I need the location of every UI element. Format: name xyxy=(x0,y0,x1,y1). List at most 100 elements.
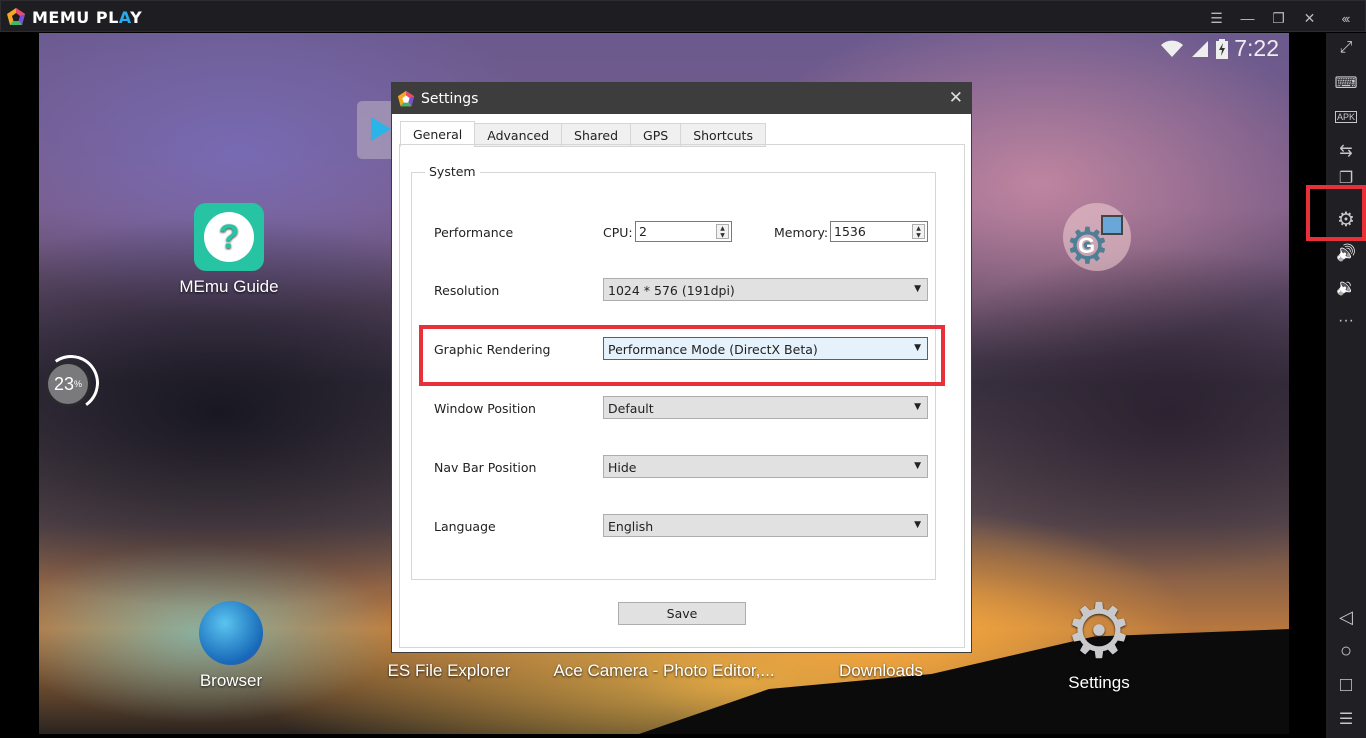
memory-spinbox[interactable]: 1536 ▲ ▼ xyxy=(830,221,928,242)
graphic-rendering-value: Performance Mode (DirectX Beta) xyxy=(608,342,818,357)
keyboard-icon: ⌨ xyxy=(1334,75,1358,92)
performance-label: Performance xyxy=(434,225,514,240)
memu-play-window: MEMU PLAY ☰ — ❐ ✕ ‹‹‹ 7:22 ? MEmu Guide … xyxy=(0,0,1366,738)
app-label: MEmu Guide xyxy=(179,277,279,296)
close-button[interactable]: ✕ xyxy=(1294,7,1325,29)
volume-down-button[interactable]: 🔉 xyxy=(1326,272,1366,302)
battery-charging-icon xyxy=(1216,38,1229,59)
dropdown-arrow-icon: ▼ xyxy=(914,402,921,412)
nav-bar-position-value: Hide xyxy=(608,460,637,475)
language-value: English xyxy=(608,519,654,534)
close-icon: ✕ xyxy=(948,88,963,108)
recents-icon: □ xyxy=(1339,673,1353,696)
app-settings[interactable]: ⚙ Settings xyxy=(1049,589,1149,693)
dropdown-arrow-icon: ▼ xyxy=(914,284,921,294)
gear-icon: ⚙ xyxy=(1337,208,1355,231)
multi-window-icon: ❐ xyxy=(1338,170,1354,186)
cpu-spinbox[interactable]: 2 ▲ ▼ xyxy=(635,221,732,242)
resolution-value: 1024 * 576 (191dpi) xyxy=(608,283,735,298)
android-status-bar: 7:22 xyxy=(1160,35,1279,62)
boost-value: 23 xyxy=(53,373,74,394)
menu-button[interactable]: ☰ xyxy=(1201,7,1232,29)
spin-arrows-icon[interactable]: ▲ ▼ xyxy=(716,224,729,239)
chevrons-left-icon: ‹‹‹ xyxy=(1341,10,1351,26)
app-label: Browser xyxy=(199,671,263,690)
signal-icon xyxy=(1192,40,1209,57)
dialog-title: Settings xyxy=(421,90,479,107)
side-toolbar: ⤢ ⌨ APK ⇆ ❐ ⚙ 🔊 🔉 ··· ◁ ○ □ ☰ xyxy=(1326,33,1366,738)
app-google-settings[interactable]: ⚙ G xyxy=(1063,203,1131,271)
spin-arrows-icon[interactable]: ▲ ▼ xyxy=(912,224,925,239)
help-icon: ? xyxy=(194,203,264,271)
app-memu-guide[interactable]: ? MEmu Guide xyxy=(179,203,279,297)
google-g-icon: G xyxy=(1078,233,1096,258)
title-bar: MEMU PLAY ☰ — ❐ ✕ ‹‹‹ xyxy=(0,0,1366,32)
dialog-close-button[interactable]: ✕ xyxy=(949,88,963,108)
fullscreen-button[interactable]: ⤢ xyxy=(1326,33,1366,63)
graphic-rendering-label: Graphic Rendering xyxy=(434,342,551,357)
window-position-value: Default xyxy=(608,401,654,416)
volume-up-icon: 🔊 xyxy=(1336,245,1356,262)
home-button[interactable]: ○ xyxy=(1326,636,1366,666)
dropdown-arrow-icon: ▼ xyxy=(914,461,921,471)
multi-window-button[interactable]: ❐ xyxy=(1326,170,1366,186)
language-select[interactable]: English ▼ xyxy=(603,514,928,537)
nav-bar-position-label: Nav Bar Position xyxy=(434,460,537,475)
dropdown-arrow-icon: ▼ xyxy=(914,520,921,530)
status-clock: 7:22 xyxy=(1234,35,1279,61)
graphic-rendering-select[interactable]: Performance Mode (DirectX Beta) ▼ xyxy=(603,337,928,360)
recents-button[interactable]: □ xyxy=(1326,670,1366,700)
memu-logo: MEMU PLAY xyxy=(6,7,142,27)
app-label: ES File Explorer xyxy=(387,661,511,680)
collapse-toolbar-button[interactable]: ‹‹‹ xyxy=(1325,7,1365,29)
android-menu-button[interactable]: ☰ xyxy=(1326,704,1366,734)
nav-bar-position-select[interactable]: Hide ▼ xyxy=(603,455,928,478)
dialog-title-bar: Settings xyxy=(392,83,971,114)
dropdown-arrow-icon: ▼ xyxy=(914,343,921,353)
restore-button[interactable]: ❐ xyxy=(1263,7,1294,29)
memory-boost-button[interactable]: 23% xyxy=(45,361,91,407)
back-icon: ◁ xyxy=(1339,606,1353,627)
play-store-icon xyxy=(371,117,391,141)
restore-icon: ❐ xyxy=(1272,9,1285,26)
globe-icon xyxy=(199,601,263,665)
minimize-button[interactable]: — xyxy=(1232,7,1263,29)
cpu-value: 2 xyxy=(639,224,647,239)
home-icon: ○ xyxy=(1339,639,1353,662)
fullscreen-icon: ⤢ xyxy=(1339,39,1353,56)
app-es-file-explorer[interactable]: ES File Explorer xyxy=(379,655,519,681)
window-position-select[interactable]: Default ▼ xyxy=(603,396,928,419)
app-ace-camera[interactable]: Ace Camera - Photo Editor,... xyxy=(551,655,777,681)
back-button[interactable]: ◁ xyxy=(1326,602,1366,632)
system-group-title: System xyxy=(425,164,480,179)
hamburger-icon: ☰ xyxy=(1210,9,1223,26)
wifi-icon xyxy=(1161,40,1184,57)
volume-down-icon: 🔉 xyxy=(1336,279,1356,296)
keyboard-button[interactable]: ⌨ xyxy=(1326,68,1366,98)
more-icon: ··· xyxy=(1338,312,1354,329)
resolution-select[interactable]: 1024 * 576 (191dpi) ▼ xyxy=(603,278,928,301)
memu-logo-icon xyxy=(397,90,415,106)
save-button[interactable]: Save xyxy=(618,602,746,625)
apk-icon: APK xyxy=(1334,111,1357,123)
more-button[interactable]: ··· xyxy=(1326,306,1366,336)
app-label: Ace Camera - Photo Editor,... xyxy=(553,661,775,680)
install-apk-button[interactable]: APK xyxy=(1326,102,1366,132)
app-browser[interactable]: Browser xyxy=(179,601,283,691)
close-icon: ✕ xyxy=(1303,9,1316,26)
minimize-icon: — xyxy=(1240,10,1255,26)
app-downloads[interactable]: Downloads xyxy=(819,655,943,681)
memu-logo-icon xyxy=(7,8,25,25)
app-label: Downloads xyxy=(838,661,924,680)
language-label: Language xyxy=(434,519,496,534)
settings-gear-icon: ⚙ xyxy=(1064,589,1134,674)
volume-up-button[interactable]: 🔊 xyxy=(1326,238,1366,268)
app-label: Settings xyxy=(1068,673,1130,692)
window-position-label: Window Position xyxy=(434,401,536,416)
settings-button[interactable]: ⚙ xyxy=(1326,204,1366,234)
screenshot-button[interactable]: ⇆ xyxy=(1326,136,1366,166)
resolution-label: Resolution xyxy=(434,283,500,298)
boost-unit: % xyxy=(74,379,83,389)
screenshot-icon: ⇆ xyxy=(1339,143,1353,160)
settings-dialog: Settings ✕ General Advanced Shared GPS S… xyxy=(391,82,972,653)
